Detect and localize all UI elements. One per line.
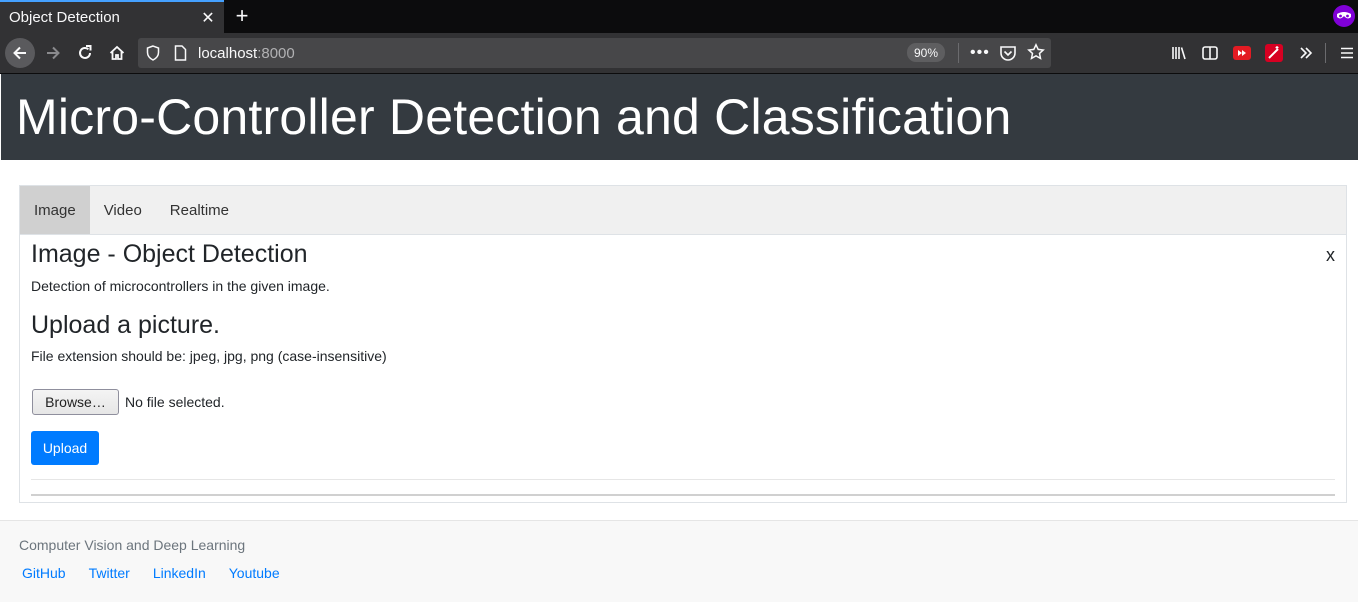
divider (31, 479, 1335, 480)
detection-card: Image Video Realtime Image - Object Dete… (19, 185, 1347, 503)
reload-icon[interactable] (71, 39, 99, 67)
panel-title: Image - Object Detection (31, 240, 308, 268)
back-icon[interactable] (5, 38, 35, 68)
close-panel-button[interactable]: x (1326, 245, 1335, 266)
url-text: localhost:8000 (198, 45, 295, 62)
linkedin-link[interactable]: LinkedIn (153, 565, 206, 581)
browser-tab-strip: Object Detection ✕ + (0, 0, 1358, 33)
new-tab-icon[interactable]: + (230, 3, 254, 28)
browser-toolbar: localhost:8000 90% ••• (0, 33, 1358, 74)
file-status: No file selected. (125, 394, 225, 410)
header-banner: Micro-Controller Detection and Classific… (1, 74, 1358, 160)
github-link[interactable]: GitHub (22, 565, 66, 581)
browse-button[interactable]: Browse… (32, 389, 119, 415)
footer-links: GitHub Twitter LinkedIn Youtube (22, 565, 303, 581)
tab-realtime[interactable]: Realtime (156, 186, 243, 234)
tab-image[interactable]: Image (20, 186, 90, 234)
urlbar-divider (958, 43, 959, 63)
zoom-indicator[interactable]: 90% (907, 43, 946, 62)
browser-tab-title: Object Detection (9, 9, 120, 26)
youtube-extension-icon[interactable] (1228, 39, 1256, 67)
footer: Computer Vision and Deep Learning GitHub… (0, 520, 1358, 602)
pocket-icon[interactable] (999, 44, 1017, 67)
browser-tab[interactable]: Object Detection ✕ (0, 0, 224, 33)
upload-button[interactable]: Upload (31, 431, 99, 465)
magic-extension-icon[interactable] (1260, 39, 1288, 67)
page-title: Micro-Controller Detection and Classific… (16, 89, 1012, 145)
hamburger-menu-icon[interactable] (1333, 39, 1358, 67)
bookmark-star-icon[interactable] (1027, 43, 1045, 66)
tab-video[interactable]: Video (90, 186, 156, 234)
overflow-menu-icon[interactable] (1292, 39, 1320, 67)
shield-icon[interactable] (146, 45, 160, 66)
library-icon[interactable] (1165, 39, 1193, 67)
youtube-link[interactable]: Youtube (229, 565, 280, 581)
page-info-icon[interactable] (174, 45, 187, 66)
upload-heading: Upload a picture. (31, 311, 221, 339)
panel-description: Detection of microcontrollers in the giv… (31, 278, 330, 294)
page-actions-icon[interactable]: ••• (970, 44, 990, 62)
sidebar-icon[interactable] (1196, 39, 1224, 67)
toolbar-divider (1325, 43, 1326, 63)
divider (31, 494, 1335, 496)
twitter-link[interactable]: Twitter (89, 565, 130, 581)
home-icon[interactable] (103, 39, 131, 67)
close-tab-icon[interactable]: ✕ (196, 6, 220, 30)
address-bar[interactable]: localhost:8000 90% ••• (138, 38, 1051, 68)
footer-text: Computer Vision and Deep Learning (19, 537, 246, 553)
mode-tabs: Image Video Realtime (20, 186, 1346, 235)
page-content: Micro-Controller Detection and Classific… (0, 74, 1358, 602)
extension-note: File extension should be: jpeg, jpg, png… (31, 348, 387, 364)
forward-icon[interactable] (39, 39, 67, 67)
private-browsing-icon (1333, 5, 1355, 27)
